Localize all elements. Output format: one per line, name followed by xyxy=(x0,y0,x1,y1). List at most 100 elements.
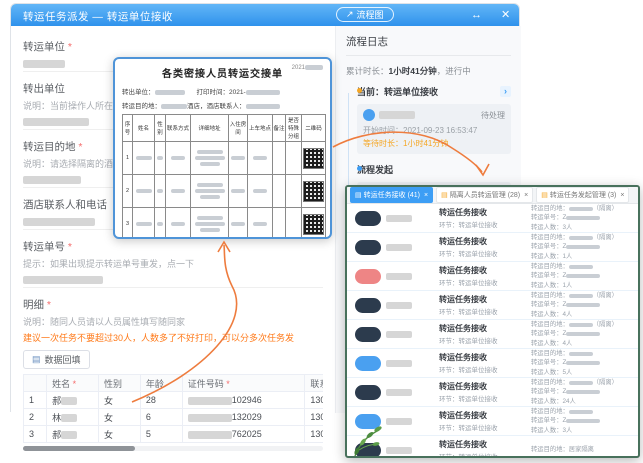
assignee-row: 待处理 xyxy=(363,109,505,121)
sheet-cell-qr xyxy=(302,142,326,175)
cell-gender: 女 xyxy=(99,392,141,409)
current-node-label: 当前：转运单位接收 xyxy=(357,85,438,98)
sheet-cell xyxy=(248,208,273,240)
redacted-text xyxy=(566,419,600,423)
redacted-text xyxy=(386,273,412,280)
task-tab-2[interactable]: ▤转运任务发起管理 (3)× xyxy=(536,187,629,203)
task-number: 转运单号：Z xyxy=(531,329,630,338)
tab-close-icon[interactable]: × xyxy=(524,192,528,199)
data-backfill-button[interactable]: ▤ 数据回填 xyxy=(23,350,90,369)
task-list-item[interactable]: 转运任务接收环节：转运单位接收转运目的地：转运单号：Z转运人数：1人 xyxy=(347,262,638,291)
task-list-item[interactable]: 转运任务接收环节：转运单位接收转运目的地：转运单号：Z转运人数：3人 xyxy=(347,407,638,436)
tab-close-icon[interactable]: × xyxy=(620,192,624,199)
form-field-4: 转运单号 *提示：如果出现提示转运单号重发，点一下 xyxy=(23,239,323,288)
task-title: 转运任务接收 xyxy=(439,323,531,334)
table-row[interactable]: 1郝女28102946130街道海 xyxy=(24,392,324,409)
sheet-cell xyxy=(155,142,166,175)
task-destination: 转运目的地：（隔离） xyxy=(531,320,630,329)
sheet-cell xyxy=(286,175,302,208)
task-tab-1[interactable]: ▤隔离人员转运管理 (28)× xyxy=(436,187,533,203)
window-titlebar: 转运任务派发 — 转运单位接收 ↗ 流程图 ↔ ✕ xyxy=(11,4,519,26)
avatar xyxy=(355,327,381,342)
sheet-cell xyxy=(229,208,248,240)
task-name-zone: 转运任务接收环节：转运单位接收 xyxy=(439,381,531,403)
task-list-item[interactable]: 转运任务接收环节：转运单位接收转运目的地：居家隔离 xyxy=(347,436,638,458)
cell-age: 6 xyxy=(140,409,182,426)
redacted-text xyxy=(188,397,232,405)
redacted-text xyxy=(569,323,593,327)
field-input[interactable] xyxy=(23,273,323,288)
task-step: 环节：转运单位接收 xyxy=(439,306,531,316)
redacted-text xyxy=(188,431,232,439)
redacted-text xyxy=(566,216,600,220)
task-detail-zone: 转运目的地：（隔离）转运单号：Z转运人数：24人 xyxy=(531,378,630,405)
sheet-cell xyxy=(166,208,191,240)
redacted-text xyxy=(200,195,220,199)
redacted-text xyxy=(136,189,152,193)
redacted-text xyxy=(569,410,593,414)
task-count: 转运人数：3人 xyxy=(531,426,630,435)
redacted-text xyxy=(136,222,152,226)
task-detail-zone: 转运目的地：转运单号：Z转运人数：1人 xyxy=(531,262,630,289)
close-icon[interactable]: ✕ xyxy=(501,8,510,22)
column-header: 证件号码 * xyxy=(182,375,305,392)
redacted-text xyxy=(566,245,600,249)
redacted-text xyxy=(171,222,185,226)
task-count: 转运人数：3人 xyxy=(531,223,630,232)
sheet-cell xyxy=(133,175,155,208)
chevron-right-icon[interactable]: › xyxy=(500,86,511,97)
cell-id: 762025 xyxy=(182,426,305,443)
task-number: 转运单号：Z xyxy=(531,271,630,280)
current-node-dot xyxy=(357,88,362,93)
start-node-label: 流程发起 xyxy=(357,163,393,176)
task-list-item[interactable]: 转运任务接收环节：转运单位接收转运目的地：（隔离）转运单号：Z转运人数：4人 xyxy=(347,291,638,320)
task-step: 环节：转运单位接收 xyxy=(439,277,531,287)
task-list-item[interactable]: 转运任务接收环节：转运单位接收转运目的地：（隔离）转运单号：Z转运人数：4人 xyxy=(347,320,638,349)
task-list-item[interactable]: 转运任务接收环节：转运单位接收转运目的地：（隔离）转运单号：Z转运人数：24人 xyxy=(347,378,638,407)
avatar xyxy=(355,385,381,400)
sheet-column-header: 上车地点 xyxy=(248,115,273,142)
task-list-item[interactable]: 转运任务接收环节：转运单位接收转运目的地：转运单号：Z转运人数：5人 xyxy=(347,349,638,378)
task-detail-zone: 转运目的地：（隔离）转运单号：Z转运人数：3人 xyxy=(531,204,630,231)
redacted-text xyxy=(386,215,412,222)
field-label: 转运单位 * xyxy=(23,39,323,54)
tab-label: 转运任务发起管理 (3) xyxy=(550,190,617,200)
scrollbar-thumb[interactable] xyxy=(23,446,135,451)
task-avatar-zone xyxy=(355,356,439,371)
task-step: 环节：转运单位接收 xyxy=(439,364,531,374)
task-list-item[interactable]: 转运任务接收环节：转运单位接收转运目的地：（隔离）转运单号：Z转运人数：3人 xyxy=(347,204,638,233)
redacted-text xyxy=(61,414,77,422)
table-row[interactable]: 3郝女5762025130街道海 xyxy=(24,426,324,443)
redacted-text xyxy=(61,431,77,439)
redacted-text xyxy=(566,303,600,307)
table-icon: ▤ xyxy=(32,354,41,365)
sheet-table: 序号姓名性别联系方式详细地址入住房间上车地点备注是否特殊分组二维码 1234 xyxy=(122,114,326,239)
horizontal-scrollbar[interactable] xyxy=(23,446,323,451)
redacted-text xyxy=(566,361,600,365)
resize-icon[interactable]: ↔ xyxy=(471,8,482,22)
tab-close-icon[interactable]: × xyxy=(424,192,428,199)
task-step: 环节：转运单位接收 xyxy=(439,393,531,403)
task-list-item[interactable]: 转运任务接收环节：转运单位接收转运目的地：（隔离）转运单号：Z转运人数：1人 xyxy=(347,233,638,262)
cell-phone: 130 xyxy=(305,426,323,443)
redacted-sheet-number xyxy=(305,65,323,70)
sheet-header: 各类密接人员转运交接单 2021 xyxy=(122,64,323,82)
task-title: 转运任务接收 xyxy=(439,236,531,247)
redacted-destination xyxy=(161,104,187,109)
task-name-zone: 转运任务接收环节：转运单位接收 xyxy=(439,207,531,229)
assignee-avatar xyxy=(363,109,375,121)
avatar xyxy=(355,211,381,226)
task-name-zone: 转运任务接收环节：转运单位接收 xyxy=(439,294,531,316)
task-name-zone: 转运任务接收环节：转运单位接收 xyxy=(439,352,531,374)
task-tab-0[interactable]: ▤转运任务接收 (41)× xyxy=(350,187,433,203)
sheet-cell xyxy=(273,208,286,240)
task-number: 转运单号：Z xyxy=(531,213,630,222)
table-row[interactable]: 2林女6132029130街道海 xyxy=(24,409,324,426)
task-name-zone: 转运任务接收环节：转运单位接收 xyxy=(439,439,531,458)
sheet-column-header: 备注 xyxy=(273,115,286,142)
task-number: 转运单号：Z xyxy=(531,387,630,396)
flow-chart-button[interactable]: ↗ 流程图 xyxy=(336,7,394,22)
cell-gender: 女 xyxy=(99,426,141,443)
sheet-cell xyxy=(133,142,155,175)
redacted-unit xyxy=(155,90,185,95)
